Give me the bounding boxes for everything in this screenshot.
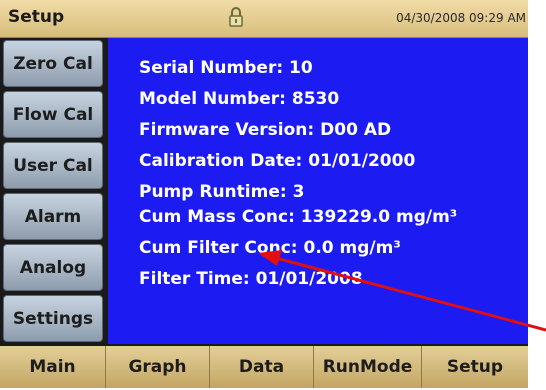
main-tab-label: Main	[29, 357, 76, 377]
main-tab[interactable]: Main	[0, 346, 106, 388]
calibration-date-line: Calibration Date: 01/01/2000	[139, 151, 416, 171]
setup-info-panel: Serial Number: 10 Model Number: 8530 Fir…	[108, 38, 528, 344]
runmode-tab[interactable]: RunMode	[314, 346, 422, 388]
cum-filter-conc-line: Cum Filter Conc: 0.0 mg/m³	[139, 238, 401, 258]
top-status-bar: Setup 04/30/2008 09:29 AM	[0, 0, 528, 38]
user-cal-label: User Cal	[13, 155, 93, 176]
runmode-tab-label: RunMode	[322, 357, 413, 377]
serial-number-line: Serial Number: 10	[139, 58, 313, 78]
firmware-version-line: Firmware Version: D00 AD	[139, 120, 392, 140]
model-number-line: Model Number: 8530	[139, 89, 340, 109]
analog-label: Analog	[19, 257, 87, 278]
cum-mass-conc-line: Cum Mass Conc: 139229.0 mg/m³	[139, 207, 458, 227]
settings-button[interactable]: Settings	[3, 295, 103, 342]
settings-label: Settings	[12, 308, 94, 329]
padlock-icon[interactable]	[229, 6, 243, 28]
flow-cal-button[interactable]: Flow Cal	[3, 91, 103, 138]
user-cal-button[interactable]: User Cal	[3, 142, 103, 189]
graph-tab[interactable]: Graph	[106, 346, 210, 388]
setup-tab-label: Setup	[446, 357, 504, 377]
setup-tab[interactable]: Setup	[422, 346, 528, 388]
filter-time-line: Filter Time: 01/01/2008	[139, 269, 363, 289]
screen-title: Setup	[8, 7, 65, 27]
graph-tab-label: Graph	[128, 357, 187, 377]
setup-sidebar: Zero Cal Flow Cal User Cal Alarm Analog …	[0, 38, 106, 344]
bottom-navigation-bar: Main Graph Data RunMode Setup	[0, 346, 528, 388]
date-time-readout: 04/30/2008 09:29 AM	[396, 11, 526, 25]
alarm-button[interactable]: Alarm	[3, 193, 103, 240]
zero-cal-label: Zero Cal	[13, 53, 93, 74]
device-screen: Setup 04/30/2008 09:29 AM Zero Cal Flow …	[0, 0, 528, 388]
pump-runtime-line: Pump Runtime: 3	[139, 182, 305, 202]
zero-cal-button[interactable]: Zero Cal	[3, 40, 103, 87]
alarm-label: Alarm	[24, 206, 82, 227]
flow-cal-label: Flow Cal	[12, 104, 94, 125]
data-tab-label: Data	[238, 357, 285, 377]
analog-button[interactable]: Analog	[3, 244, 103, 291]
data-tab[interactable]: Data	[210, 346, 314, 388]
